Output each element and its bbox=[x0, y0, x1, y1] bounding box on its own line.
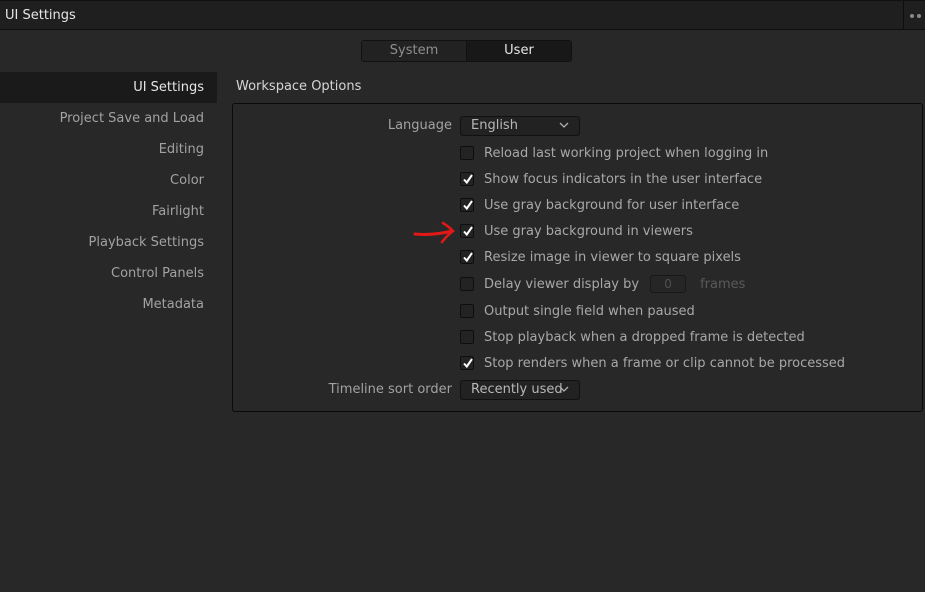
more-options-button[interactable] bbox=[908, 13, 924, 19]
language-dropdown[interactable]: English bbox=[460, 116, 580, 136]
checkbox[interactable] bbox=[460, 277, 474, 291]
option-show-focus-indicators: Show focus indicators in the user interf… bbox=[460, 171, 762, 187]
section-title: Workspace Options bbox=[236, 79, 362, 94]
language-value: English bbox=[471, 118, 518, 133]
option-label: Use gray background in viewers bbox=[484, 223, 693, 239]
language-label: Language bbox=[387, 118, 452, 133]
checkbox[interactable] bbox=[460, 304, 474, 318]
option-label: Stop renders when a frame or clip cannot… bbox=[484, 355, 846, 371]
sidebar-item-fairlight[interactable]: Fairlight bbox=[0, 196, 217, 227]
checkbox[interactable] bbox=[460, 356, 474, 370]
checkbox[interactable] bbox=[460, 172, 474, 186]
option-gray-bg-ui: Use gray background for user interface bbox=[460, 197, 739, 213]
option-label: Resize image in viewer to square pixels bbox=[484, 249, 741, 265]
sidebar-item-editing[interactable]: Editing bbox=[0, 134, 217, 165]
sidebar-item-control-panels[interactable]: Control Panels bbox=[0, 258, 217, 289]
checkbox[interactable] bbox=[460, 224, 474, 238]
title-bar: UI Settings bbox=[0, 1, 925, 30]
red-arrow-annotation bbox=[413, 221, 455, 244]
option-stop-playback-dropped-frame: Stop playback when a dropped frame is de… bbox=[460, 329, 805, 345]
option-resize-square-pixels: Resize image in viewer to square pixels bbox=[460, 249, 741, 265]
checkbox[interactable] bbox=[460, 146, 474, 160]
option-delay-viewer-display: Delay viewer display by 0 frames bbox=[460, 275, 746, 293]
chevron-down-icon bbox=[559, 122, 569, 128]
sidebar-item-color[interactable]: Color bbox=[0, 165, 217, 196]
title-bar-divider bbox=[903, 1, 904, 30]
more-dots-icon bbox=[917, 14, 921, 18]
sidebar-item-ui-settings[interactable]: UI Settings bbox=[0, 72, 217, 103]
delay-frames-input[interactable]: 0 bbox=[650, 275, 687, 293]
checkmark-icon bbox=[463, 252, 473, 263]
option-stop-renders: Stop renders when a frame or clip cannot… bbox=[460, 355, 845, 371]
checkbox[interactable] bbox=[460, 330, 474, 344]
chevron-down-icon bbox=[559, 386, 569, 392]
more-dots-icon bbox=[910, 14, 914, 18]
checkbox[interactable] bbox=[460, 198, 474, 212]
checkbox[interactable] bbox=[460, 250, 474, 264]
system-user-toggle: System User bbox=[361, 40, 572, 62]
window-title: UI Settings bbox=[5, 8, 76, 23]
option-label: Reload last working project when logging… bbox=[484, 145, 769, 161]
settings-sidebar: UI Settings Project Save and Load Editin… bbox=[0, 72, 217, 320]
option-output-single-field: Output single field when paused bbox=[460, 303, 695, 319]
tab-user[interactable]: User bbox=[467, 41, 571, 61]
sidebar-item-project-save-and-load[interactable]: Project Save and Load bbox=[0, 103, 217, 134]
timeline-sort-value: Recently used bbox=[471, 382, 563, 397]
option-label: Show focus indicators in the user interf… bbox=[484, 171, 763, 187]
checkmark-icon bbox=[463, 200, 473, 211]
tab-system[interactable]: System bbox=[362, 41, 467, 61]
timeline-sort-label: Timeline sort order bbox=[328, 382, 452, 397]
delay-unit-label: frames bbox=[700, 276, 746, 292]
option-gray-bg-viewers: Use gray background in viewers bbox=[460, 223, 693, 239]
timeline-sort-dropdown[interactable]: Recently used bbox=[460, 380, 580, 400]
checkmark-icon bbox=[463, 174, 473, 185]
option-label: Stop playback when a dropped frame is de… bbox=[484, 329, 805, 345]
option-label: Use gray background for user interface bbox=[484, 197, 740, 213]
option-label: Output single field when paused bbox=[484, 303, 695, 319]
sidebar-item-metadata[interactable]: Metadata bbox=[0, 289, 217, 320]
sidebar-item-playback-settings[interactable]: Playback Settings bbox=[0, 227, 217, 258]
checkmark-icon bbox=[463, 358, 473, 369]
option-label: Delay viewer display by bbox=[484, 276, 640, 292]
option-reload-last-project: Reload last working project when logging… bbox=[460, 145, 768, 161]
checkmark-icon bbox=[463, 226, 473, 237]
